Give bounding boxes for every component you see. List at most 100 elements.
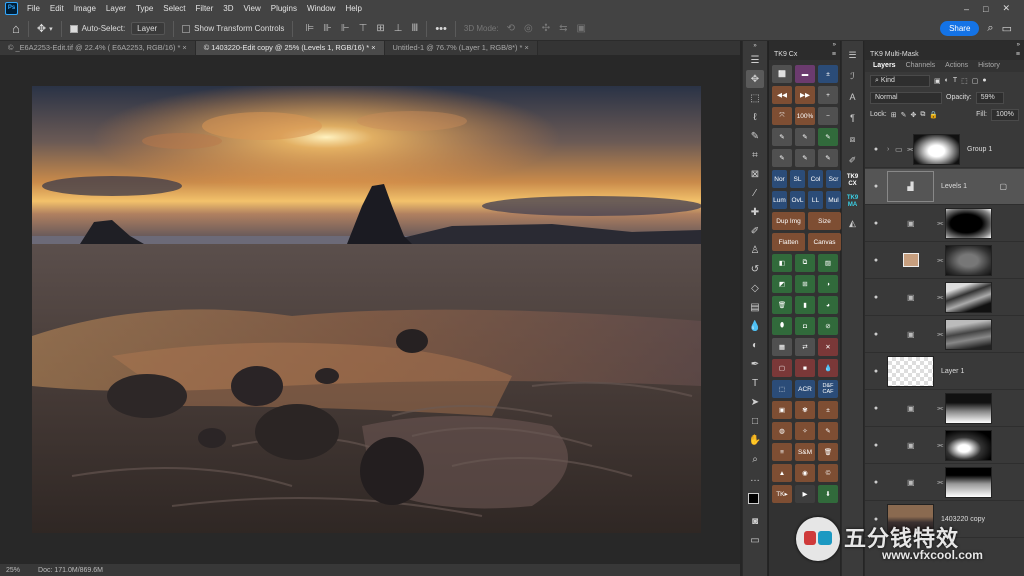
- canvas-area[interactable]: [0, 55, 740, 564]
- marquee-tool-icon[interactable]: ⬚: [746, 89, 764, 107]
- align-bottom-icon[interactable]: ⊥: [394, 23, 403, 34]
- document-image[interactable]: [32, 86, 701, 533]
- clone-stamp-tool-icon[interactable]: ♙: [746, 241, 764, 259]
- select-subject-icon[interactable]: ⬮: [772, 317, 792, 335]
- brush-light-icon[interactable]: ✎: [818, 149, 838, 167]
- delete-layer-icon[interactable]: 🗑: [772, 296, 792, 314]
- phone-icon[interactable]: ▮: [795, 296, 815, 314]
- rectangle-tool-icon[interactable]: □: [746, 412, 764, 430]
- home-icon[interactable]: ⌂: [12, 21, 20, 36]
- layer-row-levels-1[interactable]: ● ▟ Levels 1 ▢: [865, 169, 1024, 205]
- panel-collapse-bar[interactable]: »: [865, 41, 1024, 49]
- blend-linearlight-button[interactable]: LL: [808, 191, 823, 209]
- search-icon[interactable]: ⌕: [987, 22, 993, 35]
- menu-window[interactable]: Window: [302, 4, 340, 13]
- drop-icon[interactable]: 💧: [818, 359, 838, 377]
- blur-tool-icon[interactable]: 💧: [746, 317, 764, 335]
- layer-row-layer-1[interactable]: ● Layer 1: [865, 354, 1024, 390]
- marquee-blue-icon[interactable]: ⬚: [772, 380, 792, 398]
- layer-row[interactable]: ● ▣ ⫘: [865, 206, 1024, 242]
- adjustments-icon[interactable]: ℐ: [850, 68, 854, 84]
- layer-row[interactable]: ● ⫘: [865, 243, 1024, 279]
- dfcaf-button[interactable]: D&F CAF: [818, 380, 838, 398]
- link-icon[interactable]: ⫘: [937, 294, 943, 302]
- clip-icon[interactable]: ⧈: [850, 131, 856, 147]
- menu-image[interactable]: Image: [69, 4, 101, 13]
- gradient-tool-icon[interactable]: ▤: [746, 298, 764, 316]
- menu-layer[interactable]: Layer: [101, 4, 131, 13]
- menu-help[interactable]: Help: [340, 4, 366, 13]
- filter-pixel-icon[interactable]: ▣: [934, 77, 941, 85]
- doc-tab-1403220[interactable]: © 1403220-Edit copy @ 25% (Levels 1, RGB…: [195, 41, 385, 55]
- align-center-icon[interactable]: ⊪: [323, 23, 332, 34]
- filter-smart-icon[interactable]: ▢: [972, 77, 979, 85]
- maximize-button[interactable]: □: [983, 4, 988, 14]
- eye-icon[interactable]: ●: [871, 294, 881, 301]
- brush-black-icon[interactable]: ✎: [772, 128, 792, 146]
- sharpen-icon[interactable]: ✧: [795, 422, 815, 440]
- copyright-icon[interactable]: ©: [818, 464, 838, 482]
- close-icon[interactable]: ×: [525, 43, 529, 52]
- menu-edit[interactable]: Edit: [45, 4, 69, 13]
- copy-layer-icon[interactable]: ⧉: [795, 254, 815, 272]
- blend-luminosity-button[interactable]: Lum: [772, 191, 787, 209]
- layer-mask-thumbnail[interactable]: [945, 467, 992, 498]
- brush-white-icon[interactable]: ✎: [795, 128, 815, 146]
- fit-icon[interactable]: ⤧: [772, 107, 792, 125]
- layer-row[interactable]: ● ▣ ⫘: [865, 317, 1024, 353]
- dup-img-button[interactable]: Dup Img: [772, 212, 805, 230]
- quick-mask-icon[interactable]: ◙: [746, 512, 764, 530]
- tab-history[interactable]: History: [974, 60, 1004, 72]
- eyedropper-tool-icon[interactable]: ⁄: [746, 184, 764, 202]
- workspace-icon[interactable]: ▭: [1002, 22, 1012, 35]
- pen-tool-icon[interactable]: ✒: [746, 355, 764, 373]
- eye-icon[interactable]: ●: [871, 368, 881, 375]
- quick-select-tool-icon[interactable]: ✎: [746, 127, 764, 145]
- share-button[interactable]: Share: [940, 21, 980, 36]
- layer-icon[interactable]: ◧: [772, 254, 792, 272]
- brush-dark-icon[interactable]: ✎: [795, 149, 815, 167]
- panel-collapse-bar[interactable]: »: [769, 41, 840, 49]
- healing-brush-tool-icon[interactable]: ✚: [746, 203, 764, 221]
- show-transform-checkbox[interactable]: Show Transform Controls: [182, 24, 284, 33]
- split-icon[interactable]: ◑: [818, 275, 838, 293]
- clip-icon[interactable]: ⊘: [818, 317, 838, 335]
- layer-row-group-1[interactable]: ● › ▭ ⫘ Group 1: [865, 132, 1024, 168]
- tk9-ma-logo-icon[interactable]: TK9 MA: [842, 194, 863, 210]
- menu-plugins[interactable]: Plugins: [266, 4, 302, 13]
- doc-tab-untitled-1[interactable]: Untitled-1 @ 76.7% (Layer 1, RGB/8*) * ×: [384, 41, 538, 55]
- layer-mask-thumbnail[interactable]: [945, 282, 992, 313]
- chevron-right-icon[interactable]: ›: [887, 146, 889, 153]
- plus-minus-brown-icon[interactable]: ±: [818, 401, 838, 419]
- link-icon[interactable]: ⫘: [937, 331, 943, 339]
- mask-icon[interactable]: ▨: [818, 254, 838, 272]
- menu-3d[interactable]: 3D: [218, 4, 238, 13]
- auto-select-checkbox[interactable]: Auto-Select:: [69, 24, 125, 33]
- eye-icon[interactable]: ●: [871, 405, 881, 412]
- blend-normal-button[interactable]: Nor: [772, 170, 787, 188]
- distribute-icon[interactable]: Ⅲ: [411, 23, 418, 34]
- hand-tool-icon[interactable]: ✋: [746, 431, 764, 449]
- blend-screen-button[interactable]: Scr: [826, 170, 841, 188]
- adjust-icon[interactable]: ◘: [795, 317, 815, 335]
- 3d-pan-icon[interactable]: ✣: [542, 23, 550, 34]
- type-tool-icon[interactable]: T: [746, 374, 764, 392]
- rewind-icon[interactable]: ◀◀: [772, 86, 792, 104]
- solid-color-swatch[interactable]: [903, 253, 919, 267]
- triangle-icon[interactable]: ▲: [772, 464, 792, 482]
- close-button[interactable]: ✕: [1002, 3, 1010, 14]
- eye-icon[interactable]: ●: [871, 331, 881, 338]
- forward-icon[interactable]: ▶▶: [795, 86, 815, 104]
- play-icon[interactable]: ▶: [795, 485, 815, 503]
- layer-row[interactable]: ● ▣ ⫘: [865, 280, 1024, 316]
- auto-select-dropdown[interactable]: Layer: [131, 22, 166, 35]
- toolbar-menu-icon[interactable]: ☰: [746, 51, 764, 69]
- properties-icon[interactable]: ☰: [848, 47, 856, 63]
- flatten-button[interactable]: Flatten: [772, 233, 805, 251]
- edit-icon[interactable]: ✎: [818, 422, 838, 440]
- tab-channels[interactable]: Channels: [902, 60, 940, 72]
- align-left-icon[interactable]: ⊫: [305, 23, 314, 34]
- stamp-visible-icon[interactable]: ◩: [772, 275, 792, 293]
- blend-mode-dropdown[interactable]: Normal: [870, 91, 942, 104]
- 3d-slide-icon[interactable]: ⇆: [559, 23, 567, 34]
